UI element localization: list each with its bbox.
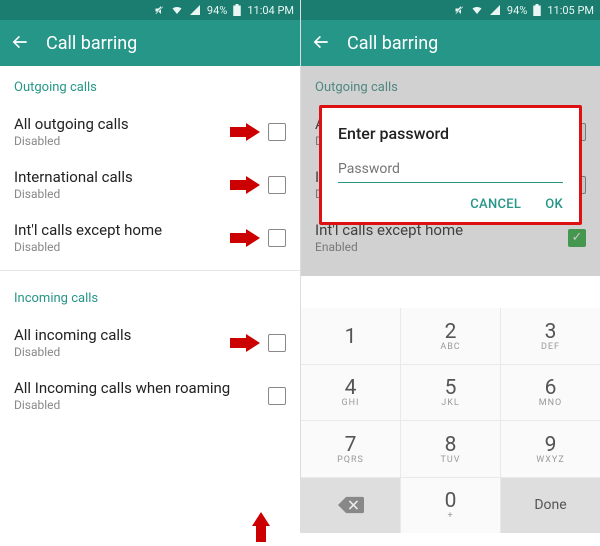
key-1[interactable]: 1 xyxy=(301,308,400,364)
cancel-button[interactable]: CANCEL xyxy=(470,197,521,212)
battery-percent: 94% xyxy=(207,4,227,17)
ok-button[interactable]: OK xyxy=(545,197,563,212)
password-dialog-highlight: Enter password CANCEL OK xyxy=(319,105,582,225)
clock: 11:04 PM xyxy=(247,4,294,17)
row-international[interactable]: International calls Disabled xyxy=(0,158,300,211)
password-input[interactable] xyxy=(338,157,563,183)
checkbox[interactable] xyxy=(268,176,286,194)
key-4[interactable]: 4GHI xyxy=(301,365,400,421)
backspace-icon xyxy=(338,496,364,514)
checkbox[interactable] xyxy=(268,334,286,352)
screen-left: 94% 11:04 PM Call barring Outgoing calls… xyxy=(0,0,300,533)
key-5[interactable]: 5JKL xyxy=(401,365,500,421)
key-7[interactable]: 7PQRS xyxy=(301,421,400,477)
key-done[interactable]: Done xyxy=(501,478,600,534)
page-title: Call barring xyxy=(46,33,137,54)
row-sub: Disabled xyxy=(14,187,268,201)
key-8[interactable]: 8TUV xyxy=(401,421,500,477)
page-title: Call barring xyxy=(347,33,438,54)
divider xyxy=(0,270,300,271)
numeric-keypad: 1 2ABC 3DEF 4GHI 5JKL 6MNO 7PQRS 8TUV 9W… xyxy=(301,308,600,533)
key-6[interactable]: 6MNO xyxy=(501,365,600,421)
row-incoming-roaming[interactable]: All Incoming calls when roaming Disabled xyxy=(0,369,300,422)
screen-right: 94% 11:05 PM Call barring Outgoing calls… xyxy=(300,0,600,533)
status-bar: 94% 11:05 PM xyxy=(301,0,600,20)
battery-percent: 94% xyxy=(507,4,527,17)
row-all-outgoing[interactable]: All outgoing calls Disabled xyxy=(0,105,300,158)
key-0[interactable]: 0+ xyxy=(401,478,500,534)
key-9[interactable]: 9WXYZ xyxy=(501,421,600,477)
row-label: Int'l calls except home xyxy=(14,221,268,239)
row-label: International calls xyxy=(14,168,268,186)
row-sub: Disabled xyxy=(14,398,268,412)
annotation-arrow-up-icon xyxy=(252,512,270,542)
row-sub: Disabled xyxy=(14,345,268,359)
dialog-title: Enter password xyxy=(338,124,563,143)
back-icon[interactable] xyxy=(311,32,331,55)
clock: 11:05 PM xyxy=(547,4,594,17)
battery-icon xyxy=(233,4,241,16)
row-label: All outgoing calls xyxy=(14,115,268,133)
row-sub: Disabled xyxy=(14,240,268,254)
section-incoming: Incoming calls xyxy=(0,277,300,316)
app-header: Call barring xyxy=(301,20,600,66)
row-all-incoming[interactable]: All incoming calls Disabled xyxy=(0,316,300,369)
wifi-icon xyxy=(171,4,183,16)
checkbox[interactable] xyxy=(268,123,286,141)
section-outgoing: Outgoing calls xyxy=(0,66,300,105)
checkbox[interactable] xyxy=(268,387,286,405)
status-bar: 94% 11:04 PM xyxy=(0,0,300,20)
row-sub: Disabled xyxy=(14,134,268,148)
wifi-icon xyxy=(471,4,483,16)
mute-icon xyxy=(153,4,165,16)
key-backspace[interactable] xyxy=(301,478,400,534)
checkbox[interactable] xyxy=(268,229,286,247)
row-label: All incoming calls xyxy=(14,326,268,344)
signal-icon xyxy=(489,4,501,16)
battery-icon xyxy=(533,4,541,16)
back-icon[interactable] xyxy=(10,32,30,55)
password-dialog: Enter password CANCEL OK xyxy=(322,108,579,222)
mute-icon xyxy=(453,4,465,16)
key-2[interactable]: 2ABC xyxy=(401,308,500,364)
key-3[interactable]: 3DEF xyxy=(501,308,600,364)
app-header: Call barring xyxy=(0,20,300,66)
row-label: All Incoming calls when roaming xyxy=(14,379,268,397)
signal-icon xyxy=(189,4,201,16)
row-intl-except-home[interactable]: Int'l calls except home Disabled xyxy=(0,211,300,264)
